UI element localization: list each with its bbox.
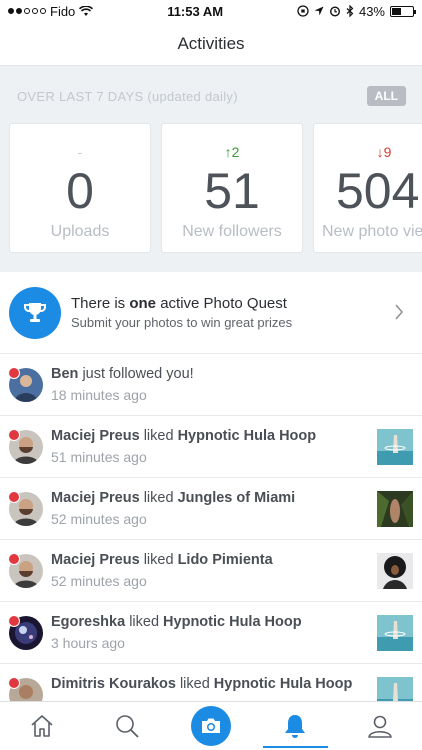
quest-title: There is one active Photo Quest [71, 295, 292, 312]
unread-dot [8, 367, 20, 379]
unread-dot [8, 429, 20, 441]
home-icon [31, 715, 53, 737]
activity-item[interactable]: Maciej Preus liked Hypnotic Hula Hoop 51… [0, 416, 422, 478]
quest-title-count: one [129, 295, 157, 312]
stat-delta: ↓9 [376, 144, 392, 160]
carrier-name: Fido [50, 3, 76, 19]
unread-dot [8, 677, 20, 689]
quest-text: There is one active Photo Quest Submit y… [71, 295, 292, 330]
activity-list: Ben just followed you! 18 minutes ago Ma… [0, 354, 422, 726]
activity-text: Maciej Preus liked Lido Pimienta [51, 552, 370, 568]
stat-number: 0 [66, 163, 94, 219]
activity-time: 3 hours ago [51, 635, 125, 651]
bell-icon [285, 715, 306, 738]
tab-home[interactable] [0, 702, 84, 750]
stat-label: Uploads [50, 223, 110, 240]
activity-text: Maciej Preus liked Hypnotic Hula Hoop [51, 428, 370, 444]
all-button[interactable]: ALL [366, 86, 406, 106]
tab-bar [0, 701, 422, 750]
location-icon [314, 6, 324, 16]
activity-action: liked [143, 552, 174, 568]
activity-time: 51 minutes ago [51, 449, 147, 465]
tab-activities[interactable] [253, 702, 337, 750]
stat-number: 51 [204, 163, 260, 219]
activity-action: liked [143, 490, 174, 506]
activity-action: liked [143, 428, 174, 444]
unread-dot [8, 615, 20, 627]
activity-user[interactable]: Maciej Preus [51, 428, 140, 444]
activity-user[interactable]: Dimitris Kourakos [51, 676, 176, 692]
unread-dot [8, 553, 20, 565]
bluetooth-icon [346, 5, 354, 17]
activity-time: 52 minutes ago [51, 511, 147, 527]
activity-photo-title[interactable]: Hypnotic Hula Hoop [163, 614, 302, 630]
status-right: 43% [297, 3, 416, 19]
activity-text: Ben just followed you! [51, 366, 370, 382]
activity-action: liked [179, 676, 210, 692]
quest-title-suffix: active Photo Quest [156, 295, 287, 312]
profile-icon [368, 715, 392, 738]
activity-text: Dimitris Kourakos liked Hypnotic Hula Ho… [51, 676, 370, 692]
activity-text: Maciej Preus liked Jungles of Miami [51, 490, 370, 506]
status-time: 11:53 AM [167, 3, 224, 19]
stat-cards-carousel[interactable]: - 0 Uploads ↑2 51 New followers ↓9 504 N… [9, 123, 422, 253]
activity-user[interactable]: Maciej Preus [51, 552, 140, 568]
photo-thumbnail[interactable] [377, 491, 413, 527]
activity-photo-title[interactable]: Hypnotic Hula Hoop [178, 428, 317, 444]
search-icon [115, 715, 139, 738]
alarm-icon [329, 6, 340, 17]
activity-photo-title[interactable]: Lido Pimienta [178, 552, 273, 568]
tab-upload[interactable] [169, 702, 253, 750]
stat-card-new-followers[interactable]: ↑2 51 New followers [161, 123, 303, 253]
stat-label: New photo vie [322, 223, 422, 240]
battery-percent: 43% [358, 3, 385, 19]
activity-user[interactable]: Ben [51, 366, 78, 382]
trophy-icon [9, 286, 61, 339]
tab-search[interactable] [84, 702, 168, 750]
camera-icon [202, 718, 221, 733]
activity-photo-title[interactable]: Jungles of Miami [178, 490, 296, 506]
photo-thumbnail[interactable] [377, 615, 413, 651]
stat-card-new-photo-views[interactable]: ↓9 504 New photo vie [313, 123, 422, 253]
orientation-lock-icon [297, 5, 309, 17]
photo-thumbnail[interactable] [377, 429, 413, 465]
stat-number: 504 [336, 163, 420, 219]
activity-item[interactable]: Egoreshka liked Hypnotic Hula Hoop 3 hou… [0, 602, 422, 664]
photo-thumbnail[interactable] [377, 553, 413, 589]
stat-card-uploads[interactable]: - 0 Uploads [9, 123, 151, 253]
camera-button[interactable] [191, 706, 232, 746]
activity-photo-title[interactable]: Hypnotic Hula Hoop [214, 676, 353, 692]
battery-fill [392, 7, 401, 15]
stats-period-caption: OVER LAST 7 DAYS (updated daily) [17, 88, 238, 104]
stat-delta: - [77, 144, 83, 160]
activity-action: liked [129, 614, 160, 630]
wifi-icon [79, 5, 94, 16]
photo-quest-banner[interactable]: There is one active Photo Quest Submit y… [0, 272, 422, 354]
activity-time: 18 minutes ago [51, 387, 147, 403]
tab-profile[interactable] [338, 702, 422, 750]
activity-user[interactable]: Maciej Preus [51, 490, 140, 506]
stat-label: New followers [182, 223, 282, 240]
chevron-right-icon [395, 304, 403, 320]
quest-title-prefix: There is [71, 295, 130, 312]
activity-text: Egoreshka liked Hypnotic Hula Hoop [51, 614, 370, 630]
activity-item[interactable]: Maciej Preus liked Lido Pimienta 52 minu… [0, 540, 422, 602]
battery-icon [390, 5, 416, 17]
activity-item[interactable]: Maciej Preus liked Jungles of Miami 52 m… [0, 478, 422, 540]
stats-header: OVER LAST 7 DAYS (updated daily) ALL [17, 86, 406, 106]
nav-header: Activities [0, 22, 422, 66]
activity-time: 52 minutes ago [51, 573, 147, 589]
activity-item[interactable]: Ben just followed you! 18 minutes ago [0, 354, 422, 416]
stat-delta: ↑2 [224, 144, 240, 160]
status-left: Fido [8, 3, 94, 19]
status-bar: Fido 11:53 AM 43% [0, 0, 422, 22]
activity-user[interactable]: Egoreshka [51, 614, 125, 630]
page-title: Activities [177, 33, 245, 53]
unread-dot [8, 491, 20, 503]
stats-section: OVER LAST 7 DAYS (updated daily) ALL - 0… [0, 66, 422, 272]
signal-strength-icon [8, 8, 46, 14]
activity-action: just followed you! [82, 366, 194, 382]
quest-subtitle: Submit your photos to win great prizes [71, 315, 293, 330]
